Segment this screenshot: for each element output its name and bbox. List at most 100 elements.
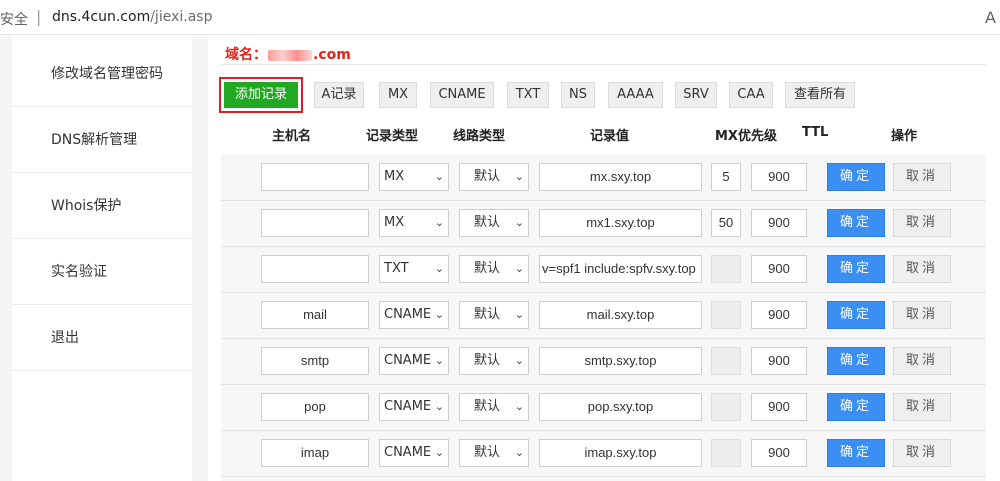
host-input[interactable] bbox=[261, 163, 369, 191]
record-value-input[interactable]: v=spf1 include:spfv.sxy.top bbox=[539, 255, 702, 283]
line-type-select[interactable]: 默认 ⌄ bbox=[459, 347, 529, 375]
sidebar-item-change-password[interactable]: 修改域名管理密码 bbox=[12, 41, 192, 107]
ttl-input[interactable]: 900 bbox=[751, 163, 807, 191]
filter-mx-button[interactable]: MX bbox=[379, 82, 417, 108]
chevron-down-icon: ⌄ bbox=[514, 262, 524, 275]
line-type-select[interactable]: 默认 ⌄ bbox=[459, 163, 529, 191]
confirm-button[interactable]: 确定 bbox=[827, 393, 885, 421]
record-type-value: MX bbox=[384, 215, 405, 230]
chevron-down-icon: ⌄ bbox=[434, 354, 444, 367]
record-type-select[interactable]: MX ⌄ bbox=[379, 209, 449, 237]
record-type-select[interactable]: CNAME ⌄ bbox=[379, 393, 449, 421]
cancel-button[interactable]: 取消 bbox=[893, 163, 951, 191]
record-type-select[interactable]: CNAME ⌄ bbox=[379, 301, 449, 329]
address-separator: | bbox=[36, 7, 42, 26]
cancel-button[interactable]: 取消 bbox=[893, 393, 951, 421]
confirm-button[interactable]: 确定 bbox=[827, 301, 885, 329]
table-row: MX ⌄ 默认 ⌄ mx.sxy.top 5 900 确定 取消 bbox=[221, 154, 986, 201]
sidebar-item-label: Whois保护 bbox=[51, 198, 122, 214]
cancel-button[interactable]: 取消 bbox=[893, 439, 951, 467]
line-type-select[interactable]: 默认 ⌄ bbox=[459, 209, 529, 237]
reader-mode-icon[interactable]: A bbox=[985, 8, 996, 27]
url-text[interactable]: dns.4cun.com/jiexi.asp bbox=[52, 9, 212, 25]
confirm-button[interactable]: 确定 bbox=[827, 255, 885, 283]
chevron-down-icon: ⌄ bbox=[434, 170, 444, 183]
mx-priority-input[interactable]: 5 bbox=[711, 163, 741, 191]
filter-aaaa-button[interactable]: AAAA bbox=[608, 82, 663, 108]
url-path: /jiexi.asp bbox=[150, 9, 213, 25]
record-value-input[interactable]: pop.sxy.top bbox=[539, 393, 702, 421]
record-type-select[interactable]: CNAME ⌄ bbox=[379, 347, 449, 375]
record-value-input[interactable]: imap.sxy.top bbox=[539, 439, 702, 467]
ttl-input[interactable]: 900 bbox=[751, 439, 807, 467]
sidebar-item-real-name-verification[interactable]: 实名验证 bbox=[12, 239, 192, 305]
ttl-input[interactable]: 900 bbox=[751, 209, 807, 237]
filter-caa-button[interactable]: CAA bbox=[729, 82, 773, 108]
filter-txt-button[interactable]: TXT bbox=[507, 82, 549, 108]
cancel-button[interactable]: 取消 bbox=[893, 347, 951, 375]
confirm-button[interactable]: 确定 bbox=[827, 163, 885, 191]
record-type-value: CNAME bbox=[384, 307, 432, 322]
record-type-value: CNAME bbox=[384, 353, 432, 368]
record-value-input[interactable]: mx.sxy.top bbox=[539, 163, 702, 191]
confirm-button[interactable]: 确定 bbox=[827, 439, 885, 467]
record-value-input[interactable]: mx1.sxy.top bbox=[539, 209, 702, 237]
table-row: imap CNAME ⌄ 默认 ⌄ imap.sxy.top 900 确定 取消 bbox=[221, 430, 986, 477]
chevron-down-icon: ⌄ bbox=[434, 400, 444, 413]
host-input[interactable] bbox=[261, 255, 369, 283]
filter-srv-button[interactable]: SRV bbox=[675, 82, 717, 108]
line-type-value: 默认 bbox=[474, 307, 501, 322]
line-type-select[interactable]: 默认 ⌄ bbox=[459, 255, 529, 283]
domain-suffix: .com bbox=[313, 47, 351, 63]
record-type-select[interactable]: TXT ⌄ bbox=[379, 255, 449, 283]
line-type-value: 默认 bbox=[474, 353, 501, 368]
record-type-value: CNAME bbox=[384, 445, 432, 460]
domain-title: 域名： .com bbox=[225, 44, 351, 64]
record-type-select[interactable]: MX ⌄ bbox=[379, 163, 449, 191]
filter-ns-button[interactable]: NS bbox=[561, 82, 595, 108]
record-value-input[interactable]: mail.sxy.top bbox=[539, 301, 702, 329]
view-all-button[interactable]: 查看所有 bbox=[785, 82, 855, 108]
table-row: mail CNAME ⌄ 默认 ⌄ mail.sxy.top 900 确定 取消 bbox=[221, 292, 986, 339]
line-type-value: 默认 bbox=[474, 169, 501, 184]
host-input[interactable]: mail bbox=[261, 301, 369, 329]
cancel-button[interactable]: 取消 bbox=[893, 255, 951, 283]
line-type-value: 默认 bbox=[474, 399, 501, 414]
host-input[interactable]: imap bbox=[261, 439, 369, 467]
cancel-button[interactable]: 取消 bbox=[893, 301, 951, 329]
chevron-down-icon: ⌄ bbox=[434, 262, 444, 275]
cancel-button[interactable]: 取消 bbox=[893, 209, 951, 237]
record-type-value: TXT bbox=[384, 261, 409, 276]
ttl-input[interactable]: 900 bbox=[751, 347, 807, 375]
host-input[interactable]: smtp bbox=[261, 347, 369, 375]
mx-priority-input[interactable]: 50 bbox=[711, 209, 741, 237]
ttl-input[interactable]: 900 bbox=[751, 301, 807, 329]
sidebar-item-dns-management[interactable]: DNS解析管理 bbox=[12, 107, 192, 173]
line-type-select[interactable]: 默认 ⌄ bbox=[459, 439, 529, 467]
host-input[interactable]: pop bbox=[261, 393, 369, 421]
chevron-down-icon: ⌄ bbox=[434, 308, 444, 321]
host-input[interactable] bbox=[261, 209, 369, 237]
confirm-button[interactable]: 确定 bbox=[827, 347, 885, 375]
record-type-select[interactable]: CNAME ⌄ bbox=[379, 439, 449, 467]
sidebar-item-whois-protection[interactable]: Whois保护 bbox=[12, 173, 192, 239]
column-header-record-value: 记录值 bbox=[590, 129, 630, 144]
line-type-select[interactable]: 默认 ⌄ bbox=[459, 393, 529, 421]
mx-priority-input bbox=[711, 439, 741, 467]
filter-a-record-button[interactable]: A记录 bbox=[314, 82, 364, 108]
filter-cname-button[interactable]: CNAME bbox=[430, 82, 494, 108]
sidebar: 修改域名管理密码 DNS解析管理 Whois保护 实名验证 退出 bbox=[12, 35, 192, 481]
browser-address-bar[interactable]: 安全 | dns.4cun.com/jiexi.asp A bbox=[0, 0, 1000, 35]
line-type-select[interactable]: 默认 ⌄ bbox=[459, 301, 529, 329]
column-header-record-type: 记录类型 bbox=[366, 129, 419, 144]
record-type-value: MX bbox=[384, 169, 405, 184]
add-record-button[interactable]: 添加记录 bbox=[224, 82, 298, 108]
confirm-button[interactable]: 确定 bbox=[827, 209, 885, 237]
sidebar-item-logout[interactable]: 退出 bbox=[12, 305, 192, 371]
add-record-highlight: 添加记录 bbox=[219, 77, 303, 113]
ttl-input[interactable]: 900 bbox=[751, 393, 807, 421]
record-value-input[interactable]: smtp.sxy.top bbox=[539, 347, 702, 375]
table-row: MX ⌄ 默认 ⌄ mx1.sxy.top 50 900 确定 取消 bbox=[221, 200, 986, 247]
ttl-input[interactable]: 900 bbox=[751, 255, 807, 283]
domain-label: 域名： bbox=[225, 47, 267, 63]
